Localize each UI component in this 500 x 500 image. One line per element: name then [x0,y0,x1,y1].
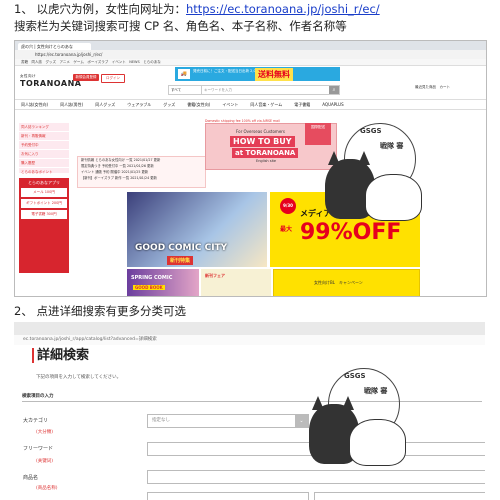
cat-ear-icon [328,151,340,165]
side-menu-item[interactable]: とらのあなポイント [19,168,69,177]
freeword-label: フリーワード [23,446,54,452]
free-shipping-banner[interactable]: 🚚 発売日前に！ご注文・配送当日出荷 2,000円(税込)以上 送料無料 [175,67,340,81]
comic-title: GOOD COMIC CITY [135,243,228,253]
gsgs-watermark: GSGS 戦隊 審 [320,119,440,239]
nav-item[interactable]: 同人誌(女性向) [15,100,54,109]
news-item[interactable]: 【新刊】ボーイズラブ 新作 一覧 2021/01/24 更新 [78,175,205,181]
address-bar[interactable]: https://ec.toranoana.jp/joshi_r/ec/ [15,50,486,59]
nav-item[interactable]: AQUAPLUS [316,100,349,109]
promo-item[interactable]: ギフトポイント 200円 [21,199,67,208]
bot1-sub: GOOD BOOK [133,285,165,290]
truck-icon: 🚚 [178,69,190,79]
side-menu: 同人誌ランキング 新刊・再販情報 予約受付中 お気に入り 購入履歴 とらのあなポ… [19,123,69,177]
bot3-title: 女性向けBL キャンペーン [314,280,363,285]
site-header: 女性向け TORANOANA 新規会員登録 ログイン 🚚 発売日前に！ご注文・配… [15,66,486,99]
nav-item[interactable]: 電子書籍 [288,100,316,109]
side-menu-item[interactable]: お気に入り [19,150,69,159]
watermark-text: GSGS [360,127,382,135]
white-cat-icon [349,419,406,466]
nav-item[interactable]: 書籍(女性向) [181,100,216,109]
cat-ear-icon [342,396,354,410]
page-title: 詳細検索 [32,348,89,363]
browser-tabbar: 虎の穴 | 女性向けとらのあな [15,41,486,50]
product-name-label: 商品名 [23,475,39,481]
search-icon[interactable]: ⌕ [329,86,339,94]
toranoana-link[interactable]: https://ec.toranoana.jp/joshi_r/ec/ [186,2,380,16]
news-list: 新刊情報 とらのあな女性向け 一覧 2021/01/27 更新 限定特典つき 予… [77,156,206,188]
register-button[interactable]: 新規会員登録 [73,74,99,81]
search-bar: すべて キーワードを入力 ⌕ [168,85,340,95]
bookmarks-bar[interactable]: 書籍 同人誌 グッズ アニメ ゲーム ボーイズラブ イベント NEWS とらのあ… [15,59,486,66]
white-cat-icon [365,174,422,221]
extra-input-right[interactable] [314,492,485,500]
nav-item[interactable]: イベント [216,100,244,109]
login-button[interactable]: ログイン [101,74,125,83]
banner-sale: 送料無料 [255,68,293,81]
cat-ear-icon [358,151,370,165]
sale-date: 9/30 [280,198,296,214]
freeword-sublabel: (关键词) [36,459,54,464]
comic-city-banner[interactable]: GOOD COMIC CITY 新刊特集 [127,192,267,267]
nav-item[interactable]: ウェアラブル [121,100,157,109]
nav-item[interactable]: 同人誌(男性) [54,100,89,109]
step1-instruction: 1、 以虎穴为例，女性向网址为：https://ec.toranoana.jp/… [14,2,380,16]
browser-tab[interactable]: 虎の穴 | 女性向けとらのあな [18,43,91,50]
toranoana-homepage-screenshot: 虎の穴 | 女性向けとらのあな https://ec.toranoana.jp/… [14,40,487,297]
product-name-sublabel: (商品名称) [36,486,58,491]
category-select[interactable]: 指定なし ⌄ [147,414,309,428]
promo-item[interactable]: メール 100円 [21,188,67,197]
howto-line4: English site [256,159,277,163]
search-input[interactable]: キーワードを入力 [202,86,329,94]
cat-ear-icon [312,396,324,410]
category-nav: 同人誌(女性向) 同人誌(男性) 同人グッズ ウェアラブル グッズ 書籍(女性向… [15,99,486,110]
spring-comic-banner[interactable]: SPRING COMIC GOOD BOOK [127,269,199,296]
header-right-links[interactable]: 最近見た商品 カート [415,85,450,90]
bot2-title: 新刊フェア [205,273,225,278]
category-sublabel: (大分類) [36,430,54,435]
side-menu-item[interactable]: 同人誌ランキング [19,123,69,132]
side-menu-item[interactable]: 予約受付中 [19,141,69,150]
top-gray-bar [14,322,485,335]
bot1-title: SPRING COMIC [131,275,173,281]
category-value: 指定なし [152,418,170,423]
category-label: 大カテゴリ [23,418,49,424]
promo-item[interactable]: 電子書籍 300円 [21,210,67,219]
step2-instruction: 2、 点进详细搜索有更多分类可选 [14,304,186,318]
watermark-text: GSGS [344,372,366,380]
side-promo-caption: とらのあなアプリ [28,180,60,185]
sale-max: 最大 [280,226,293,233]
side-promo: とらのあなアプリ メール 100円 ギフトポイント 200円 電子書籍 300円 [19,178,69,273]
step1-prefix: 1、 以虎穴为例，女性向网址为： [14,2,186,16]
extra-input-left[interactable] [147,492,309,500]
nav-item[interactable]: グッズ [157,100,181,109]
watermark-text2: 戦隊 審 [380,142,404,150]
howto-line2: HOW TO BUY [230,136,295,147]
detailed-search-screenshot: ec.toranoana.jp/joshi_r/app/catalog/list… [14,322,485,500]
nav-item[interactable]: 同人グッズ [89,100,121,109]
side-menu-item[interactable]: 購入履歴 [19,159,69,168]
comic-sub: 新刊特集 [167,256,194,265]
howto-line3: at TORANOANA [232,148,299,158]
side-menu-item[interactable]: 新刊・再販情報 [19,132,69,141]
watermark-text2: 戦隊 審 [364,387,388,395]
gsgs-watermark: GSGS 戦隊 審 [304,364,424,484]
search-category-select[interactable]: すべて [169,86,202,94]
new-fair-banner[interactable]: 新刊フェア [201,269,271,296]
page-subtitle: 下記の項目を入力して検索してください。 [36,375,122,380]
howto-line1: For Overseas Customers [236,129,286,134]
nav-item[interactable]: 同人音楽・ゲーム [244,100,288,109]
step1-line2: 搜索栏为关键词搜索可搜 CP 名、角色名、本子名称、作者名称等 [14,19,347,33]
page-url[interactable]: ec.toranoana.jp/joshi_r/app/catalog/list… [14,335,485,345]
bl-campaign-banner[interactable]: 女性向けBL キャンペーン [273,269,420,296]
